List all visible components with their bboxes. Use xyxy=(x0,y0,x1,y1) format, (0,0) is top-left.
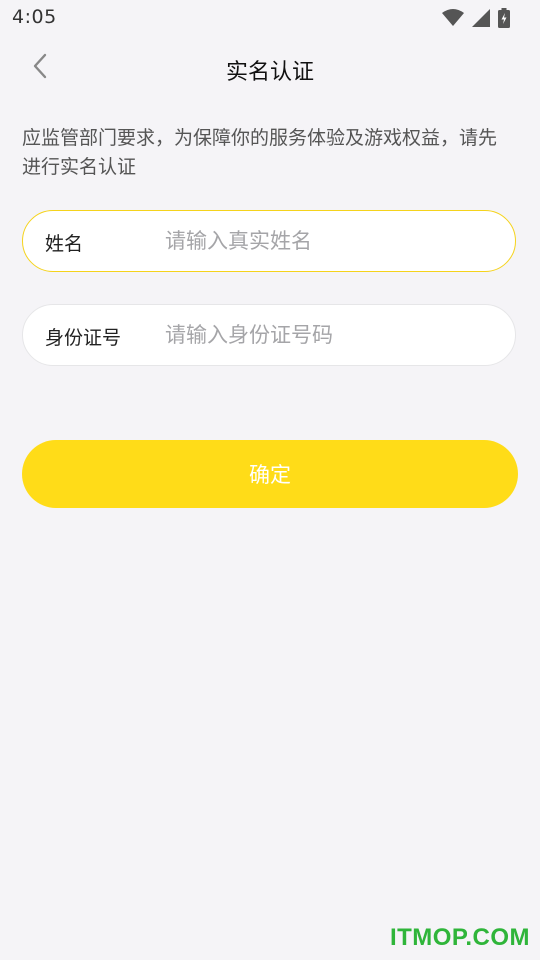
status-time: 4:05 xyxy=(12,6,57,28)
cell-signal-icon xyxy=(472,9,490,31)
id-number-field: 身份证号 xyxy=(22,304,516,366)
name-field: 姓名 xyxy=(22,210,516,272)
notice-text: 应监管部门要求，为保障你的服务体验及游戏权益，请先进行实名认证 xyxy=(22,127,498,178)
status-icons xyxy=(442,8,510,32)
confirm-button[interactable]: 确定 xyxy=(22,440,518,508)
watermark-logo: ITMOP.COM xyxy=(389,924,530,951)
id-number-label: 身份证号 xyxy=(45,327,122,349)
nav-bar: 实名认证 xyxy=(0,36,540,100)
name-input[interactable] xyxy=(165,221,495,261)
battery-charging-icon xyxy=(498,8,510,32)
id-number-input[interactable] xyxy=(165,315,495,355)
wifi-icon xyxy=(442,9,464,31)
status-bar: 4:05 xyxy=(0,0,540,36)
page-title: 实名认证 xyxy=(225,60,314,85)
name-label: 姓名 xyxy=(45,233,84,255)
